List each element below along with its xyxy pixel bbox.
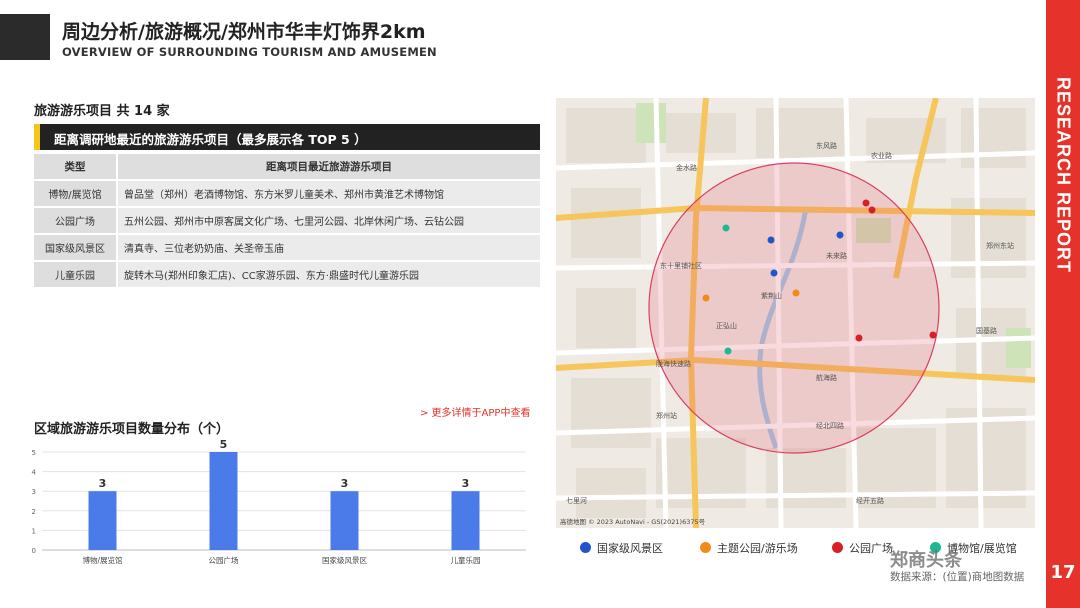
tourism-table: 类型 距离项目最近旅游游乐项目 博物/展览馆 曾品堂（郑州）老酒博物馆、东方米罗…: [34, 152, 540, 289]
x-tick-label: 公园广场: [209, 555, 239, 565]
data-label: 5: [220, 438, 228, 451]
bar: [88, 491, 117, 550]
marker-scenic-area: [836, 231, 844, 239]
marker-scenic-area: [767, 236, 775, 244]
legend-dot: [832, 542, 843, 553]
y-tick-label: 1: [32, 527, 36, 535]
legend-item-theme-park: 主题公园/游乐场: [700, 540, 798, 556]
marker-theme-park: [702, 294, 710, 302]
data-source-note: 数据来源：(位置)商地图数据: [890, 571, 1025, 583]
svg-text:经北四路: 经北四路: [816, 421, 844, 430]
tourism-count-label: 旅游游乐项目 共 14 家: [34, 104, 170, 119]
row-items: 清真寺、三位老奶奶庙、关圣帝玉庙: [118, 235, 540, 260]
page-number: 17: [1050, 562, 1076, 583]
row-items: 旋转木马(郑州印象汇店)、CC家游乐园、东方·鼎盛时代儿童游乐园: [118, 262, 540, 287]
chart-title: 区域旅游游乐项目数量分布（个）: [34, 422, 230, 437]
svg-text:金水路: 金水路: [676, 163, 697, 172]
row-type: 博物/展览馆: [34, 181, 118, 206]
svg-text:经开五路: 经开五路: [856, 496, 884, 505]
marker-museum: [724, 347, 732, 355]
marker-park-plaza: [855, 334, 863, 342]
legend-dot: [580, 542, 591, 553]
y-tick-label: 2: [32, 508, 36, 516]
marker-scenic-area: [770, 269, 778, 277]
bar-chart: 0 1 2 3 4 5 3 博物/展览馆 5 公园广场 3 国家级风景区 3 儿童乐园: [32, 438, 526, 565]
data-label: 3: [341, 477, 349, 490]
table-header-row: 类型 距离项目最近旅游游乐项目: [34, 154, 540, 179]
row-type: 儿童乐园: [34, 262, 118, 287]
svg-text:七里河: 七里河: [566, 496, 587, 505]
legend-dot: [700, 542, 711, 553]
page-title: 周边分析/旅游概况/郑州市华丰灯饰界2km: [62, 21, 426, 43]
svg-text:郑州东站: 郑州东站: [986, 241, 1014, 250]
y-tick-label: 5: [32, 449, 36, 457]
column-header-type: 类型: [34, 154, 118, 179]
header-accent-block: [0, 14, 50, 60]
radius-2km-circle: [648, 162, 940, 454]
svg-text:东十里铺社区: 东十里铺社区: [660, 261, 702, 270]
side-label: RESEARCH REPORT: [1053, 76, 1074, 274]
x-tick-label: 博物/展览馆: [82, 555, 123, 565]
row-type: 国家级风景区: [34, 235, 118, 260]
title-accent: [34, 124, 40, 150]
y-tick-label: 0: [32, 547, 36, 555]
svg-text:东风路: 东风路: [816, 141, 837, 150]
marker-theme-park: [792, 289, 800, 297]
y-tick-label: 4: [32, 469, 37, 477]
table-row: 博物/展览馆 曾品堂（郑州）老酒博物馆、东方米罗儿童美术、郑州市黄淮艺术博物馆: [34, 181, 540, 206]
legend-item-scenic: 国家级风景区: [580, 540, 663, 556]
table-row: 国家级风景区 清真寺、三位老奶奶庙、关圣帝玉庙: [34, 235, 540, 260]
legend-label: 国家级风景区: [597, 542, 663, 555]
table-title: 距离调研地最近的旅游游乐项目（最多展示各 TOP 5 ）: [54, 132, 367, 147]
row-type: 公园广场: [34, 208, 118, 233]
legend-item-park: 公园广场: [832, 540, 893, 556]
page-subtitle: OVERVIEW OF SURROUNDING TOURISM AND AMUS…: [62, 45, 437, 59]
bar: [451, 491, 480, 550]
table-title-bar: 距离调研地最近的旅游游乐项目（最多展示各 TOP 5 ）: [34, 124, 540, 150]
row-items: 五州公园、郑州市中原客属文化广场、七里河公园、北岸休闲广场、云钻公园: [118, 208, 540, 233]
svg-text:紫荆山: 紫荆山: [761, 291, 782, 300]
map-canvas: 金水路 东风路 农业路 东十里铺社区 正弘山 郑州站 郑州东站 紫荆山 未来路 …: [556, 98, 1035, 528]
svg-text:国基路: 国基路: [976, 326, 997, 335]
data-label: 3: [99, 477, 107, 490]
data-label: 3: [462, 477, 470, 490]
more-details-link[interactable]: > 更多详情于APP中查看: [420, 404, 530, 419]
svg-text:航海路: 航海路: [816, 373, 837, 382]
marker-museum: [722, 224, 730, 232]
bar: [209, 452, 238, 550]
bar: [330, 491, 359, 550]
table-row: 公园广场 五州公园、郑州市中原客属文化广场、七里河公园、北岸休闲广场、云钻公园: [34, 208, 540, 233]
svg-text:陇海快速路: 陇海快速路: [656, 359, 691, 368]
svg-text:农业路: 农业路: [871, 151, 892, 160]
svg-text:未来路: 未来路: [826, 251, 847, 260]
marker-park-plaza: [868, 206, 876, 214]
map-view[interactable]: 金水路 东风路 农业路 东十里铺社区 正弘山 郑州站 郑州东站 紫荆山 未来路 …: [556, 98, 1035, 528]
legend-label: 主题公园/游乐场: [717, 542, 798, 555]
table-row: 儿童乐园 旋转木马(郑州印象汇店)、CC家游乐园、东方·鼎盛时代儿童游乐园: [34, 262, 540, 287]
map-attribution: 高德地图 © 2023 AutoNavi - GS(2021)6375号: [560, 517, 706, 526]
svg-text:正弘山: 正弘山: [716, 321, 737, 330]
marker-park-plaza: [862, 199, 870, 207]
x-tick-label: 儿童乐园: [451, 555, 481, 565]
x-tick-label: 国家级风景区: [322, 555, 367, 565]
marker-park-plaza: [929, 331, 937, 339]
legend-label: 公园广场: [849, 542, 893, 555]
svg-text:郑州站: 郑州站: [656, 411, 677, 420]
column-header-items: 距离项目最近旅游游乐项目: [118, 154, 540, 179]
y-tick-label: 3: [32, 488, 36, 496]
row-items: 曾品堂（郑州）老酒博物馆、东方米罗儿童美术、郑州市黄淮艺术博物馆: [118, 181, 540, 206]
